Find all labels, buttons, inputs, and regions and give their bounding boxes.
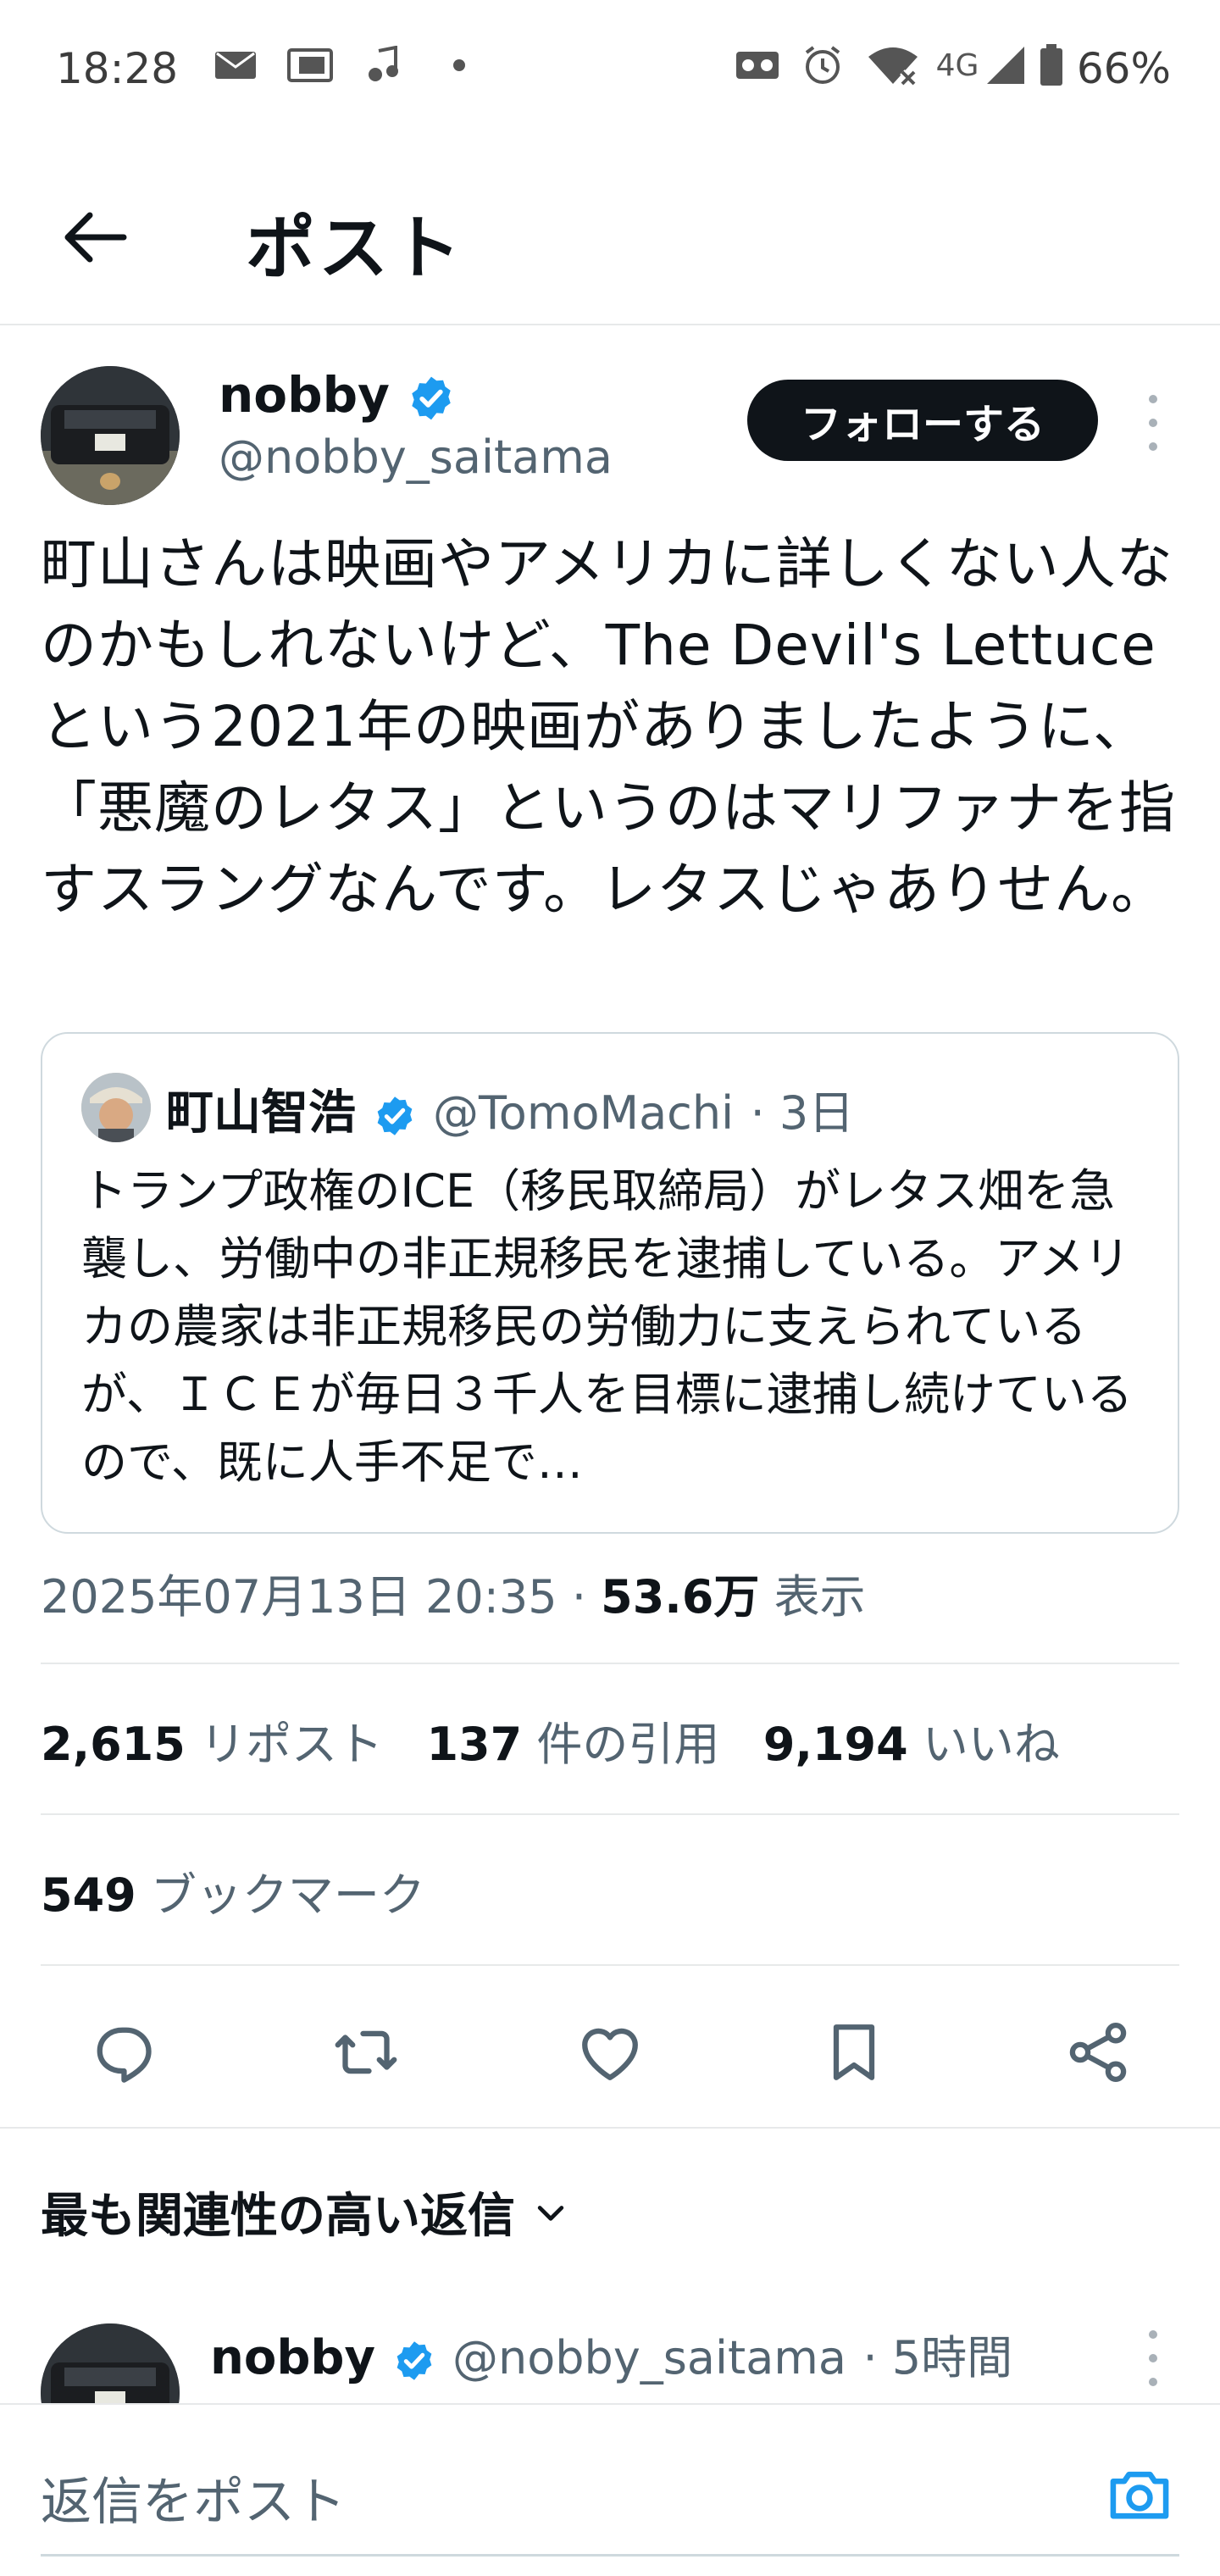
reply-input[interactable]: 返信をポスト [41, 2461, 346, 2534]
mail-icon [212, 46, 259, 85]
quoted-author-avatar [81, 1073, 151, 1142]
author-name[interactable]: nobby [219, 366, 390, 424]
bookmarks-stat[interactable]: 549 ブックマーク [41, 1857, 425, 1924]
views-count: 53.6万 [601, 1570, 760, 1624]
avatar-image [41, 366, 180, 505]
back-button[interactable] [53, 195, 137, 280]
reply-author-row[interactable]: nobby @nobby_saitama · 5時間 [210, 2320, 1012, 2387]
bookmarks-count: 549 [41, 1868, 136, 1922]
share-button[interactable] [1056, 2010, 1140, 2095]
heart-icon [582, 2028, 638, 2080]
bookmark-button[interactable] [812, 2010, 896, 2095]
more-options-icon[interactable] [1132, 395, 1174, 451]
reply-author-name: nobby [210, 2330, 376, 2385]
verified-badge-icon [412, 376, 451, 420]
quoted-author-row: 町山智浩 @TomoMachi · 3日 [166, 1074, 854, 1143]
page-title: ポスト [246, 208, 465, 289]
follow-button[interactable]: フォローする [747, 380, 1098, 461]
divider [41, 1964, 1179, 1966]
bookmark-icon [833, 2024, 875, 2080]
dot-icon [447, 46, 471, 85]
reply-button[interactable] [80, 2010, 164, 2095]
reply-sort-label: 最も関連性の高い返信 [41, 2189, 515, 2244]
status-time: 18:28 [56, 44, 179, 93]
signal-icon [984, 46, 1027, 85]
reply-icon [97, 2027, 152, 2083]
author-name-row[interactable]: nobby [219, 366, 456, 424]
reply-more-options-icon[interactable] [1132, 2330, 1174, 2386]
like-button[interactable] [568, 2010, 652, 2095]
likes-count: 9,194 [762, 1718, 908, 1771]
chevron-down-icon [537, 2205, 564, 2221]
top-app-bar: ポスト [0, 136, 1220, 325]
quotes-label: 件の引用 [536, 1718, 720, 1771]
divider [41, 1813, 1179, 1815]
reposts-stat[interactable]: 2,615 リポスト [41, 1718, 383, 1771]
quotes-count: 137 [426, 1718, 523, 1771]
verified-badge-icon [396, 2341, 431, 2380]
camera-button[interactable] [1101, 2456, 1178, 2532]
alarm-icon [800, 46, 846, 85]
repost-button[interactable] [324, 2010, 408, 2095]
quoted-post-card[interactable]: 町山智浩 @TomoMachi · 3日 トランプ政権のICE（移民取締局）がレ… [41, 1032, 1179, 1534]
bookmarks-label: ブックマーク [150, 1868, 425, 1922]
reply-sort-dropdown[interactable]: 最も関連性の高い返信 [41, 2178, 569, 2246]
post-timestamp: 2025年07月13日 20:35 [41, 1570, 557, 1624]
repost-icon [335, 2030, 397, 2074]
camera-icon [1110, 2471, 1169, 2519]
quoted-post-time: · 3日 [750, 1086, 855, 1140]
divider [0, 2127, 1220, 2129]
share-icon [1069, 2023, 1127, 2082]
author-avatar[interactable] [41, 366, 180, 505]
post-timestamp-row: 2025年07月13日 20:35 · 53.6万 表示 [41, 1570, 866, 1624]
post-body-text: 町山さんは映画やアメリカに詳しくない人なのかもしれないけど、The Devil'… [41, 531, 1176, 922]
quoted-author-handle: @TomoMachi [433, 1086, 735, 1140]
battery-percent: 66% [1076, 44, 1171, 93]
likes-stat[interactable]: 9,194 いいね [763, 1718, 1060, 1771]
cast-icon [734, 46, 781, 85]
engagement-stats: 2,615 リポスト 137 件の引用 9,194 いいね [41, 1707, 1060, 1774]
quotes-stat[interactable]: 137 件の引用 [426, 1718, 719, 1771]
reposts-label: リポスト [199, 1718, 383, 1771]
wifi-icon [866, 46, 920, 86]
reply-author-handle: @nobby_saitama [452, 2331, 846, 2384]
status-bar: 18:28 4G 66% [0, 0, 1220, 136]
likes-label: いいね [922, 1718, 1060, 1771]
battery-icon [1039, 44, 1064, 86]
views-label: 表示 [774, 1570, 866, 1624]
music-icon [364, 46, 403, 85]
quoted-post-text: トランプ政権のICE（移民取締局）がレタス畑を急襲し、労働中の非正規移民を逮捕し… [81, 1164, 1133, 1489]
compose-underline [41, 2554, 1179, 2557]
author-handle[interactable]: @nobby_saitama [219, 430, 613, 484]
divider [41, 1663, 1179, 1664]
network-type: 4G [935, 47, 979, 83]
reply-time: · 5時間 [862, 2331, 1013, 2384]
arrow-left-icon [64, 212, 127, 263]
verified-badge-icon [377, 1096, 412, 1135]
reposts-count: 2,615 [41, 1718, 186, 1771]
au-icon [285, 46, 336, 85]
reply-compose-bar: 返信をポスト [0, 2403, 1220, 2576]
quoted-author-name: 町山智浩 [166, 1085, 356, 1141]
